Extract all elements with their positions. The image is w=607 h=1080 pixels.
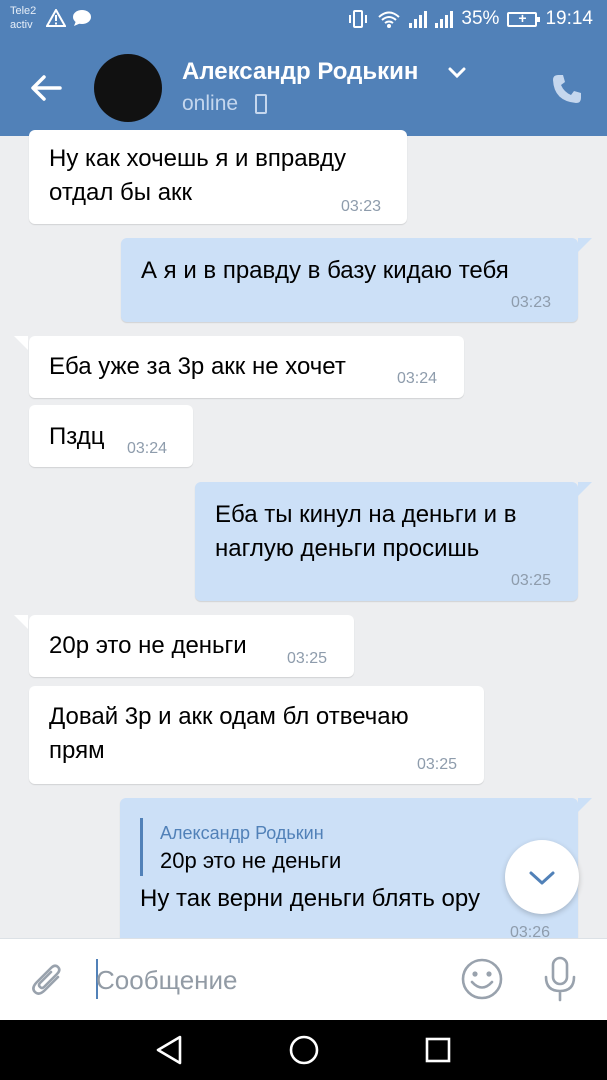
message-time: 03:25: [511, 572, 552, 589]
paperclip-icon[interactable]: [30, 959, 68, 1001]
quote-text: 20р это не деньги: [160, 848, 342, 873]
message-time: 03:24: [127, 440, 168, 457]
message-outgoing[interactable]: Еба ты кинул на деньги и в наглую деньги…: [195, 482, 578, 601]
nav-back-icon[interactable]: [154, 1034, 184, 1066]
message-line: Довай 3р и акк одам бл отвечаю: [49, 703, 409, 730]
message-outgoing[interactable]: А я и в правду в базу кидаю тебя 03:23: [121, 238, 578, 322]
contact-status: online: [182, 92, 239, 115]
message-composer: [0, 938, 607, 1020]
system-indicators: 35% + 19:14: [347, 8, 593, 30]
message-incoming[interactable]: Ну как хочешь я и вправду отдал бы акк 0…: [29, 130, 407, 224]
avatar[interactable]: [94, 54, 162, 122]
system-navbar: [0, 1020, 607, 1080]
bubble-tail: [578, 482, 592, 496]
clock: 19:14: [545, 8, 593, 29]
wifi-icon: [378, 11, 401, 28]
contact-name[interactable]: Александр Родькин: [182, 58, 418, 86]
chevron-down-icon: [529, 871, 555, 885]
alert-icon: [46, 9, 66, 27]
message-line: отдал бы акк: [49, 179, 193, 206]
carrier-name: Tele2: [10, 5, 37, 17]
message-line: прям: [49, 737, 105, 764]
message-incoming[interactable]: Еба уже за 3р акк не хочет 03:24: [29, 336, 464, 398]
nav-home-icon[interactable]: [288, 1034, 320, 1066]
battery-icon: +: [507, 10, 541, 27]
status-bar: Tele2 activ 35% + 19:14: [0, 0, 607, 40]
message-time: 03:23: [511, 294, 552, 311]
message-time: 03:23: [341, 198, 382, 215]
message-line: Ну так верни деньги блять ору: [140, 885, 480, 912]
message-line: 20р это не деньги: [49, 632, 247, 659]
carrier: Tele2 activ: [10, 4, 36, 32]
chat-icon: [73, 10, 91, 26]
chat-header: Александр Родькин online: [0, 40, 607, 136]
message-line: А я и в правду в базу кидаю тебя: [141, 257, 509, 284]
microphone-icon[interactable]: [540, 955, 580, 1003]
message-incoming[interactable]: 20р это не деньги 03:25: [29, 615, 354, 677]
notification-icons: [46, 9, 92, 27]
vibrate-icon: [349, 10, 368, 28]
battery-percent: 35%: [461, 8, 500, 29]
signal-icon-2: [435, 10, 454, 28]
carrier-sub: activ: [10, 19, 33, 31]
message-incoming[interactable]: Пздц 03:24: [29, 405, 193, 467]
message-line: Пздц: [49, 423, 105, 450]
signal-icon: [409, 10, 428, 28]
message-time: 03:25: [417, 756, 458, 773]
message-time: 03:25: [287, 650, 328, 667]
message-line: Ну как хочешь я и вправду: [49, 145, 347, 172]
nav-recents-icon[interactable]: [424, 1036, 452, 1064]
message-incoming[interactable]: Довай 3р и акк одам бл отвечаю прям 03:2…: [29, 686, 484, 784]
message-time: 03:24: [397, 370, 438, 387]
bubble-tail: [578, 238, 592, 252]
back-arrow-icon[interactable]: [26, 68, 66, 108]
quote-bar: [140, 818, 143, 876]
mobile-icon: [255, 94, 267, 114]
message-line: Еба ты кинул на деньги и в: [215, 501, 517, 528]
phone-icon[interactable]: [550, 72, 584, 106]
bubble-tail: [14, 336, 28, 350]
message-input[interactable]: [96, 958, 436, 1002]
scroll-down-button[interactable]: [505, 840, 579, 914]
message-line: Еба уже за 3р акк не хочет: [49, 353, 346, 380]
emoji-icon[interactable]: [460, 957, 504, 1001]
bubble-tail: [14, 615, 28, 629]
chevron-down-icon[interactable]: [447, 66, 467, 80]
bubble-tail: [578, 798, 592, 812]
message-line: наглую деньги просишь: [215, 535, 480, 562]
